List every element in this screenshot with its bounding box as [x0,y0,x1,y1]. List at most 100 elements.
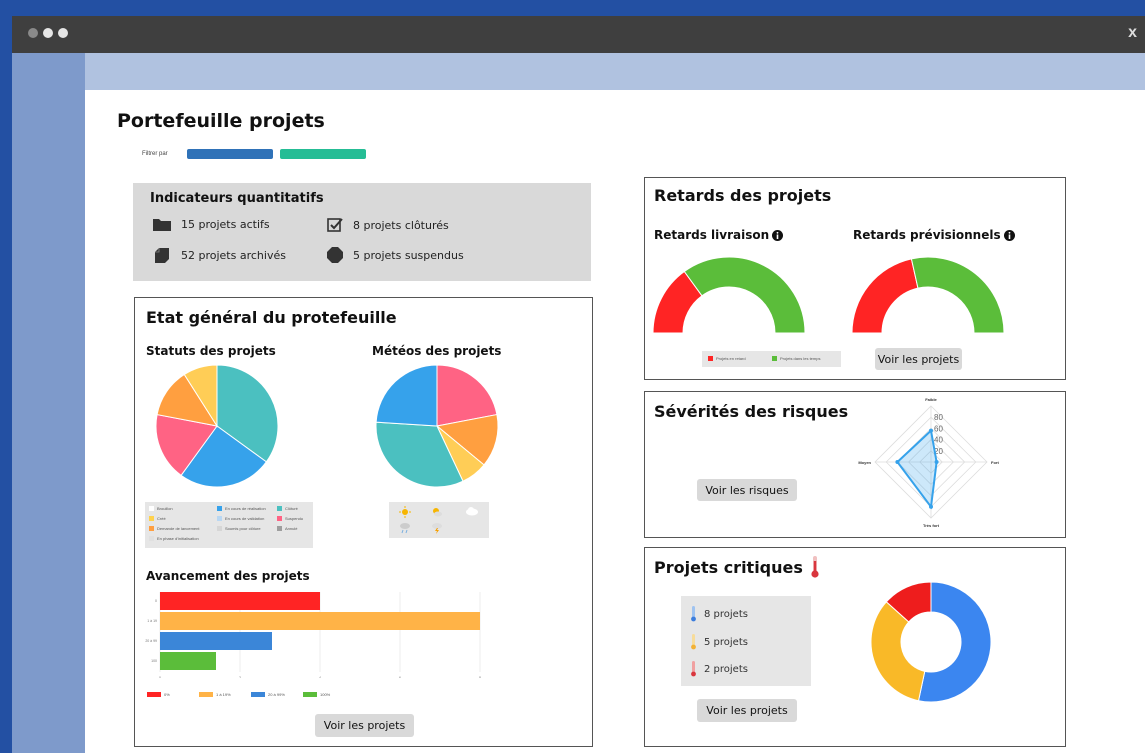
legend-swatch [149,526,154,531]
filter-button[interactable] [187,149,273,159]
retards-livraison-title: Retards livraison [654,228,784,242]
legend-swatch [277,506,282,511]
legend-label: Soumis pour clôture [225,526,261,531]
avancement-legend: 0% 1 à 19% 20 à 99% 100% [147,690,347,702]
thermometer-icon [811,556,819,578]
legend-label: Projets dans les temps [780,356,821,361]
voir-projets-button[interactable]: Voir les projets [697,699,797,722]
window-dot[interactable] [58,28,68,38]
info-icon[interactable] [1003,229,1015,241]
critiques-panel: Projets critiques 8 projets 5 projets 2 … [644,547,1066,747]
legend-item: En cours de validation [217,516,264,521]
kpi-item: 8 projets clôturés [327,217,449,233]
pie-slice [870,601,926,702]
kpi-label: 5 projets suspendus [353,248,464,262]
legend-swatch [217,526,222,531]
sun-cloud-icon [433,508,442,517]
pie-slice [851,258,919,334]
statuts-pie-chart [155,364,279,488]
radar-tick-label: 60 [934,424,943,433]
cloud-icon [466,507,478,516]
kpi-label: 52 projets archivés [181,248,286,262]
retards-livraison-gauge [652,256,806,334]
archive-box-icon [155,248,169,263]
top-banner [85,53,1145,90]
legend-swatch [251,692,265,697]
x-tick-label: 6 [399,676,401,678]
severites-title: Sévérités des risques [654,402,849,421]
x-tick-label: 8 [479,676,481,678]
pie-slice [375,364,438,427]
legend-swatch [149,506,154,511]
voir-projets-button[interactable]: Voir les projets [875,348,962,370]
critiques-donut-chart [870,581,992,703]
window-dot[interactable] [43,28,53,38]
kpi-item: 5 projets suspendus [327,247,464,263]
retards-previsionnels-title: Retards prévisionnels [853,228,1015,242]
voir-risques-button[interactable]: Voir les risques [697,479,797,501]
bar [160,632,272,650]
avancement-title: Avancement des projets [146,569,310,583]
filter-label: Filtrer par [142,151,168,157]
radar-tick-label: 40 [934,436,943,445]
legend-label: Demande de lancement [157,526,200,531]
pie-slice [910,256,1005,334]
window-dot[interactable] [28,28,38,38]
bar [160,652,216,670]
legend-label: En cours de validation [225,516,265,521]
sun-icon [399,506,411,518]
kpi-panel: Indicateurs quantitatifs 15 projets acti… [133,183,591,281]
close-button[interactable]: x [1128,24,1137,42]
bar [160,592,320,610]
retards-title: Retards des projets [654,186,832,205]
radar-axis-label: Faible [925,397,937,402]
legend-item: En phase d'initialisation [149,536,199,541]
radar-point [929,504,933,509]
legend-label: 100% [320,692,331,697]
kpi-title: Indicateurs quantitatifs [150,191,324,206]
radar-point [895,460,900,464]
y-tick-label: 1 à 19 [147,619,157,623]
radar-tick-label: 80 [934,413,943,422]
legend-item: En cours de réalisation [217,506,266,511]
retards-previsionnels-label: Retards prévisionnels [853,228,1001,242]
critiques-title-label: Projets critiques [654,557,803,577]
legend-item: Créé [149,516,166,521]
voir-projets-button[interactable]: Voir les projets [315,714,414,737]
info-icon[interactable] [772,229,784,241]
filter-button[interactable] [280,149,366,159]
legend-swatch [149,516,154,521]
statuts-legend: Brouillon Créé Demande de lancement En phas… [145,502,313,548]
legend-item: 100% [303,692,330,697]
legend-item: 1 à 19% [199,692,231,697]
legend-item: Suspendu [277,516,303,521]
retards-previsionnels-gauge [851,256,1005,334]
legend-label: Projets en retard [716,356,746,361]
title-bar [12,16,1145,53]
sidebar [12,53,85,753]
critiques-list: 8 projets 5 projets 2 projets [681,596,811,686]
legend-label: Brouillon [157,506,173,511]
legend-label: Clôturé [285,506,298,511]
legend-label: Suspendu [285,516,304,521]
rain-icon [400,523,410,534]
critique-label: 8 projets [704,608,748,620]
legend-item: Demande de lancement [149,526,199,531]
meteos-title: Météos des projets [372,344,502,358]
legend-swatch [199,692,213,697]
page-title: Portefeuille projets [117,110,325,132]
legend-label: Annulé [285,526,298,531]
legend-swatch [149,536,154,541]
legend-swatch [303,692,317,697]
legend-label: 1 à 19% [216,692,231,697]
critique-label: 5 projets [704,636,748,648]
statuts-title: Statuts des projets [146,344,276,358]
main-content: Portefeuille projets Filtrer par Indicat… [85,90,1145,753]
retards-livraison-label: Retards livraison [654,228,770,242]
critiques-title: Projets critiques [654,556,819,578]
meteos-legend [389,502,489,538]
legend-label: En phase d'initialisation [157,536,199,541]
severites-radar-chart: 20406080FaibleFortTrès fortMoyen [858,397,999,528]
legend-label: 20 à 99% [268,692,285,697]
thermometer-icon [691,661,696,677]
